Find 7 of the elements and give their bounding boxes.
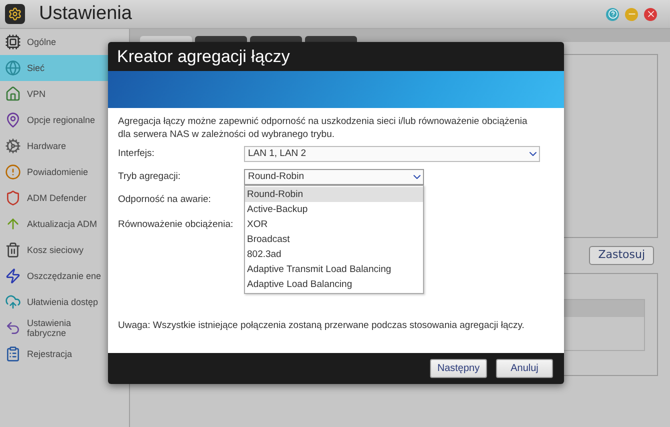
description-text: Agregacja łączy możne zapewnić odporność na uszkodzenia sieci i/lub równoważenie obciążenia dla serwera NAS w zależności od wybranego trybu. — [118, 115, 528, 141]
field-label: Odporność na awarie: — [118, 194, 211, 205]
note-text: Uwaga: Wszystkie istniejące połączenia zostaną przerwane podczas stosowania agregacji łączy. — [118, 320, 526, 332]
window-title: Ustawienia — [39, 2, 132, 26]
field-label: Interfejs: — [118, 146, 156, 161]
field-label: Równoważenie obciążenia: — [118, 219, 234, 230]
field-label: Tryb agregacji: — [118, 170, 182, 184]
